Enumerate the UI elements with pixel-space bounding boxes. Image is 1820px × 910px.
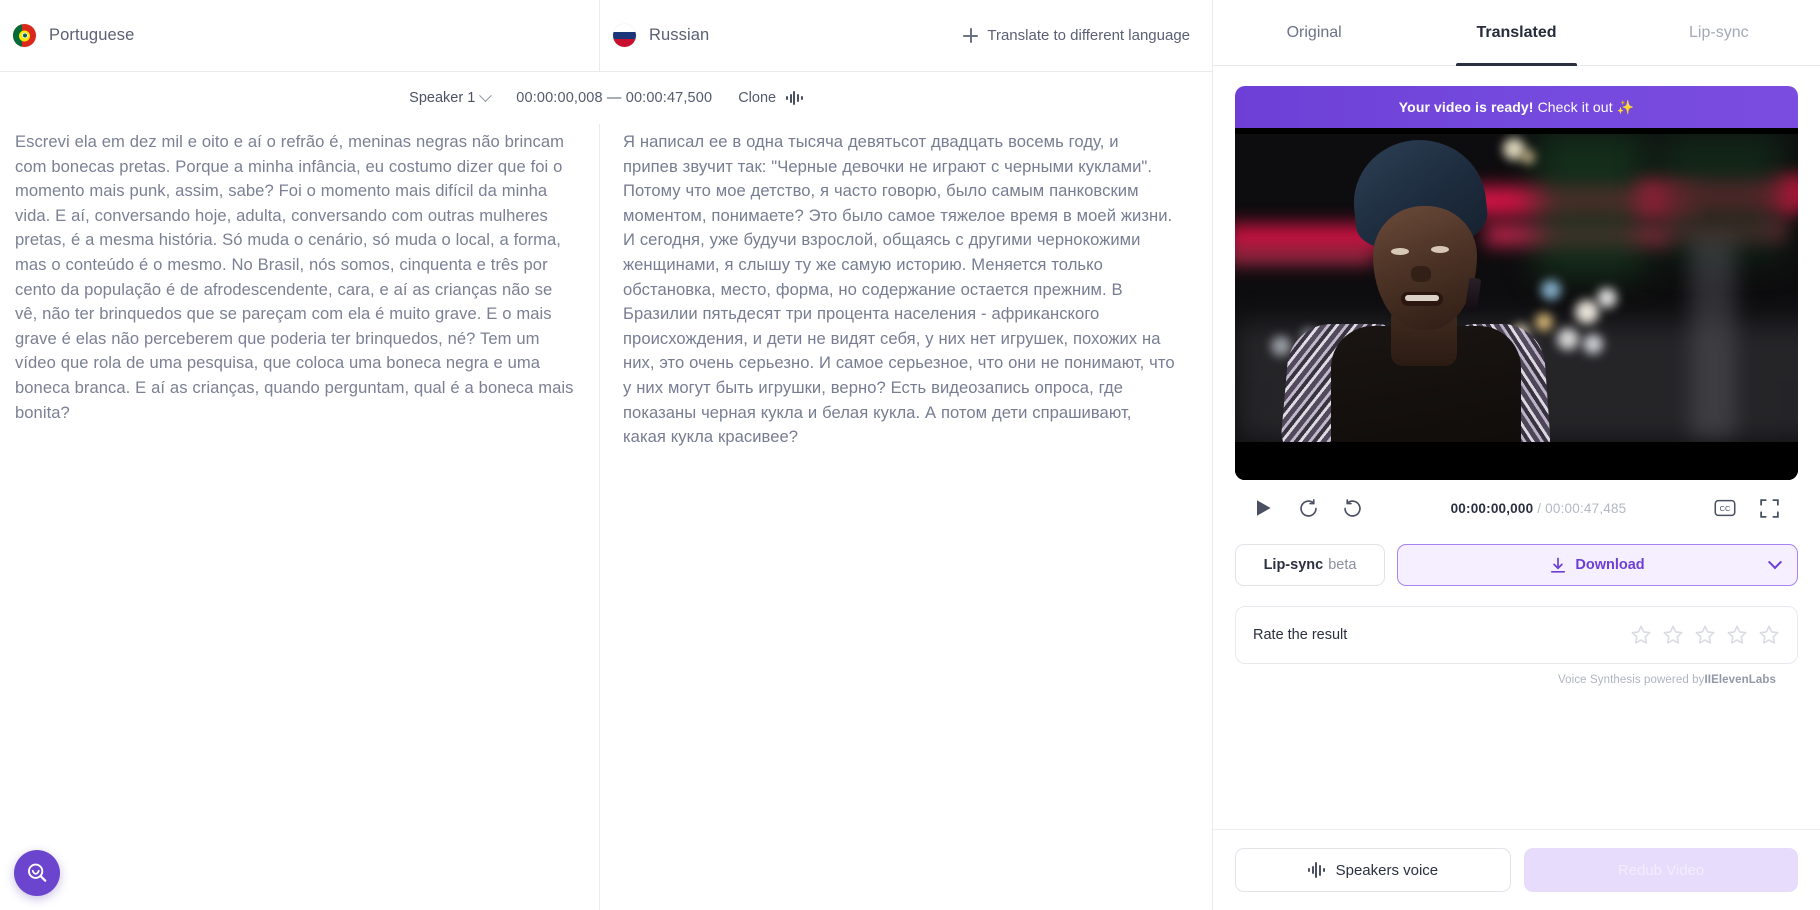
action-button-row: Lip-sync beta Download bbox=[1235, 536, 1798, 602]
video-scene bbox=[1235, 128, 1798, 480]
lipsync-button[interactable]: Lip-sync beta bbox=[1235, 544, 1385, 586]
chevron-down-icon bbox=[479, 88, 493, 102]
star-icon-4[interactable] bbox=[1726, 624, 1748, 646]
fullscreen-icon[interactable] bbox=[1754, 493, 1784, 523]
rate-result-box: Rate the result bbox=[1235, 606, 1798, 664]
flag-portugal-icon bbox=[13, 24, 36, 47]
download-icon bbox=[1551, 557, 1566, 573]
flag-russia-icon bbox=[613, 24, 636, 47]
source-language-cell[interactable]: Portuguese bbox=[0, 0, 600, 71]
video-card: Your video is ready! Check it out ✨ bbox=[1235, 86, 1798, 480]
star-icon-1[interactable] bbox=[1630, 624, 1652, 646]
rewind-10-icon[interactable] bbox=[1293, 493, 1323, 523]
add-translation-button[interactable]: Translate to different language bbox=[959, 21, 1194, 50]
redub-video-button[interactable]: Redub Video bbox=[1524, 848, 1798, 892]
target-transcript-text[interactable]: Я написал ее в одна тысяча девятьсот два… bbox=[623, 130, 1178, 450]
video-letterbox-bottom bbox=[1235, 442, 1798, 480]
powered-prefix: Voice Synthesis powered by bbox=[1558, 674, 1705, 686]
speaker-selector[interactable]: Speaker 1 bbox=[409, 88, 493, 106]
forward-10-icon[interactable] bbox=[1337, 493, 1367, 523]
video-subject bbox=[1235, 128, 1798, 480]
lipsync-label: Lip-sync bbox=[1263, 557, 1324, 573]
preview-panel: Original Translated Lip-sync Your video … bbox=[1212, 0, 1820, 910]
video-letterbox-top bbox=[1235, 128, 1798, 134]
add-translation-label: Translate to different language bbox=[987, 27, 1190, 44]
current-time: 00:00:00,000 bbox=[1450, 500, 1534, 516]
transcript-editor: Portuguese Russian Translate to differen… bbox=[0, 0, 1212, 910]
chevron-down-icon[interactable] bbox=[1767, 555, 1783, 570]
preview-tabs: Original Translated Lip-sync bbox=[1213, 0, 1820, 66]
waveform-icon bbox=[786, 91, 803, 106]
search-help-icon bbox=[27, 863, 46, 882]
plus-icon bbox=[963, 28, 979, 43]
segment-timecode: 00:00:00,008 — 00:00:47,500 bbox=[516, 90, 713, 106]
rate-result-label: Rate the result bbox=[1253, 627, 1348, 643]
star-icon-3[interactable] bbox=[1694, 624, 1716, 646]
star-icon-2[interactable] bbox=[1662, 624, 1684, 646]
redub-video-label: Redub Video bbox=[1617, 861, 1705, 879]
powered-by-note: Voice Synthesis powered byIIElevenLabs bbox=[1235, 664, 1798, 686]
tab-lipsync[interactable]: Lip-sync bbox=[1618, 0, 1820, 65]
app-root: Portuguese Russian Translate to differen… bbox=[0, 0, 1820, 910]
search-help-fab[interactable] bbox=[14, 850, 60, 896]
player-timecode: 00:00:00,000 / 00:00:47,485 bbox=[1451, 501, 1627, 516]
language-bar: Portuguese Russian Translate to differen… bbox=[0, 0, 1212, 72]
source-language-label: Portuguese bbox=[49, 26, 135, 44]
target-transcript-column[interactable]: Я написал ее в одна тысяча девятьсот два… bbox=[600, 124, 1212, 910]
svg-text:CC: CC bbox=[1720, 504, 1731, 513]
download-label: Download bbox=[1575, 557, 1645, 573]
lipsync-beta-badge: beta bbox=[1328, 557, 1357, 573]
tab-original[interactable]: Original bbox=[1213, 0, 1415, 65]
tab-translated[interactable]: Translated bbox=[1415, 0, 1617, 66]
star-icon-5[interactable] bbox=[1758, 624, 1780, 646]
speakers-voice-button[interactable]: Speakers voice bbox=[1235, 848, 1511, 892]
target-language-label: Russian bbox=[649, 26, 710, 44]
waveform-icon bbox=[1307, 862, 1325, 878]
powered-brand: IIElevenLabs bbox=[1704, 674, 1776, 686]
rating-stars[interactable] bbox=[1630, 624, 1780, 646]
banner-rest-text: Check it out ✨ bbox=[1537, 98, 1635, 115]
speakers-voice-label: Speakers voice bbox=[1335, 861, 1439, 879]
target-language-cell[interactable]: Russian Translate to different language bbox=[600, 0, 1212, 71]
closed-captions-icon[interactable]: CC bbox=[1710, 493, 1740, 523]
source-transcript-column[interactable]: Escrevi ela em dez mil e oito e aí o ref… bbox=[0, 124, 600, 910]
banner-strong-text: Your video is ready! bbox=[1398, 99, 1534, 115]
source-transcript-text[interactable]: Escrevi ela em dez mil e oito e aí o ref… bbox=[15, 130, 577, 425]
preview-body: Your video is ready! Check it out ✨ 00:0… bbox=[1213, 66, 1820, 686]
clone-voice-button[interactable]: Clone bbox=[738, 90, 803, 106]
speaker-label: Speaker 1 bbox=[409, 90, 476, 106]
video-ready-banner[interactable]: Your video is ready! Check it out ✨ bbox=[1235, 86, 1798, 128]
player-controls: 00:00:00,000 / 00:00:47,485 CC bbox=[1235, 480, 1798, 536]
speaker-toolbar: Speaker 1 00:00:00,008 — 00:00:47,500 Cl… bbox=[0, 72, 1212, 124]
transcript-columns: Escrevi ela em dez mil e oito e aí o ref… bbox=[0, 124, 1212, 910]
panel-footer: Speakers voice Redub Video bbox=[1213, 829, 1820, 910]
download-button[interactable]: Download bbox=[1397, 544, 1798, 586]
video-player-frame[interactable] bbox=[1235, 128, 1798, 480]
clone-label: Clone bbox=[738, 90, 777, 106]
total-time: / 00:00:47,485 bbox=[1537, 500, 1627, 516]
play-icon[interactable] bbox=[1249, 493, 1279, 523]
